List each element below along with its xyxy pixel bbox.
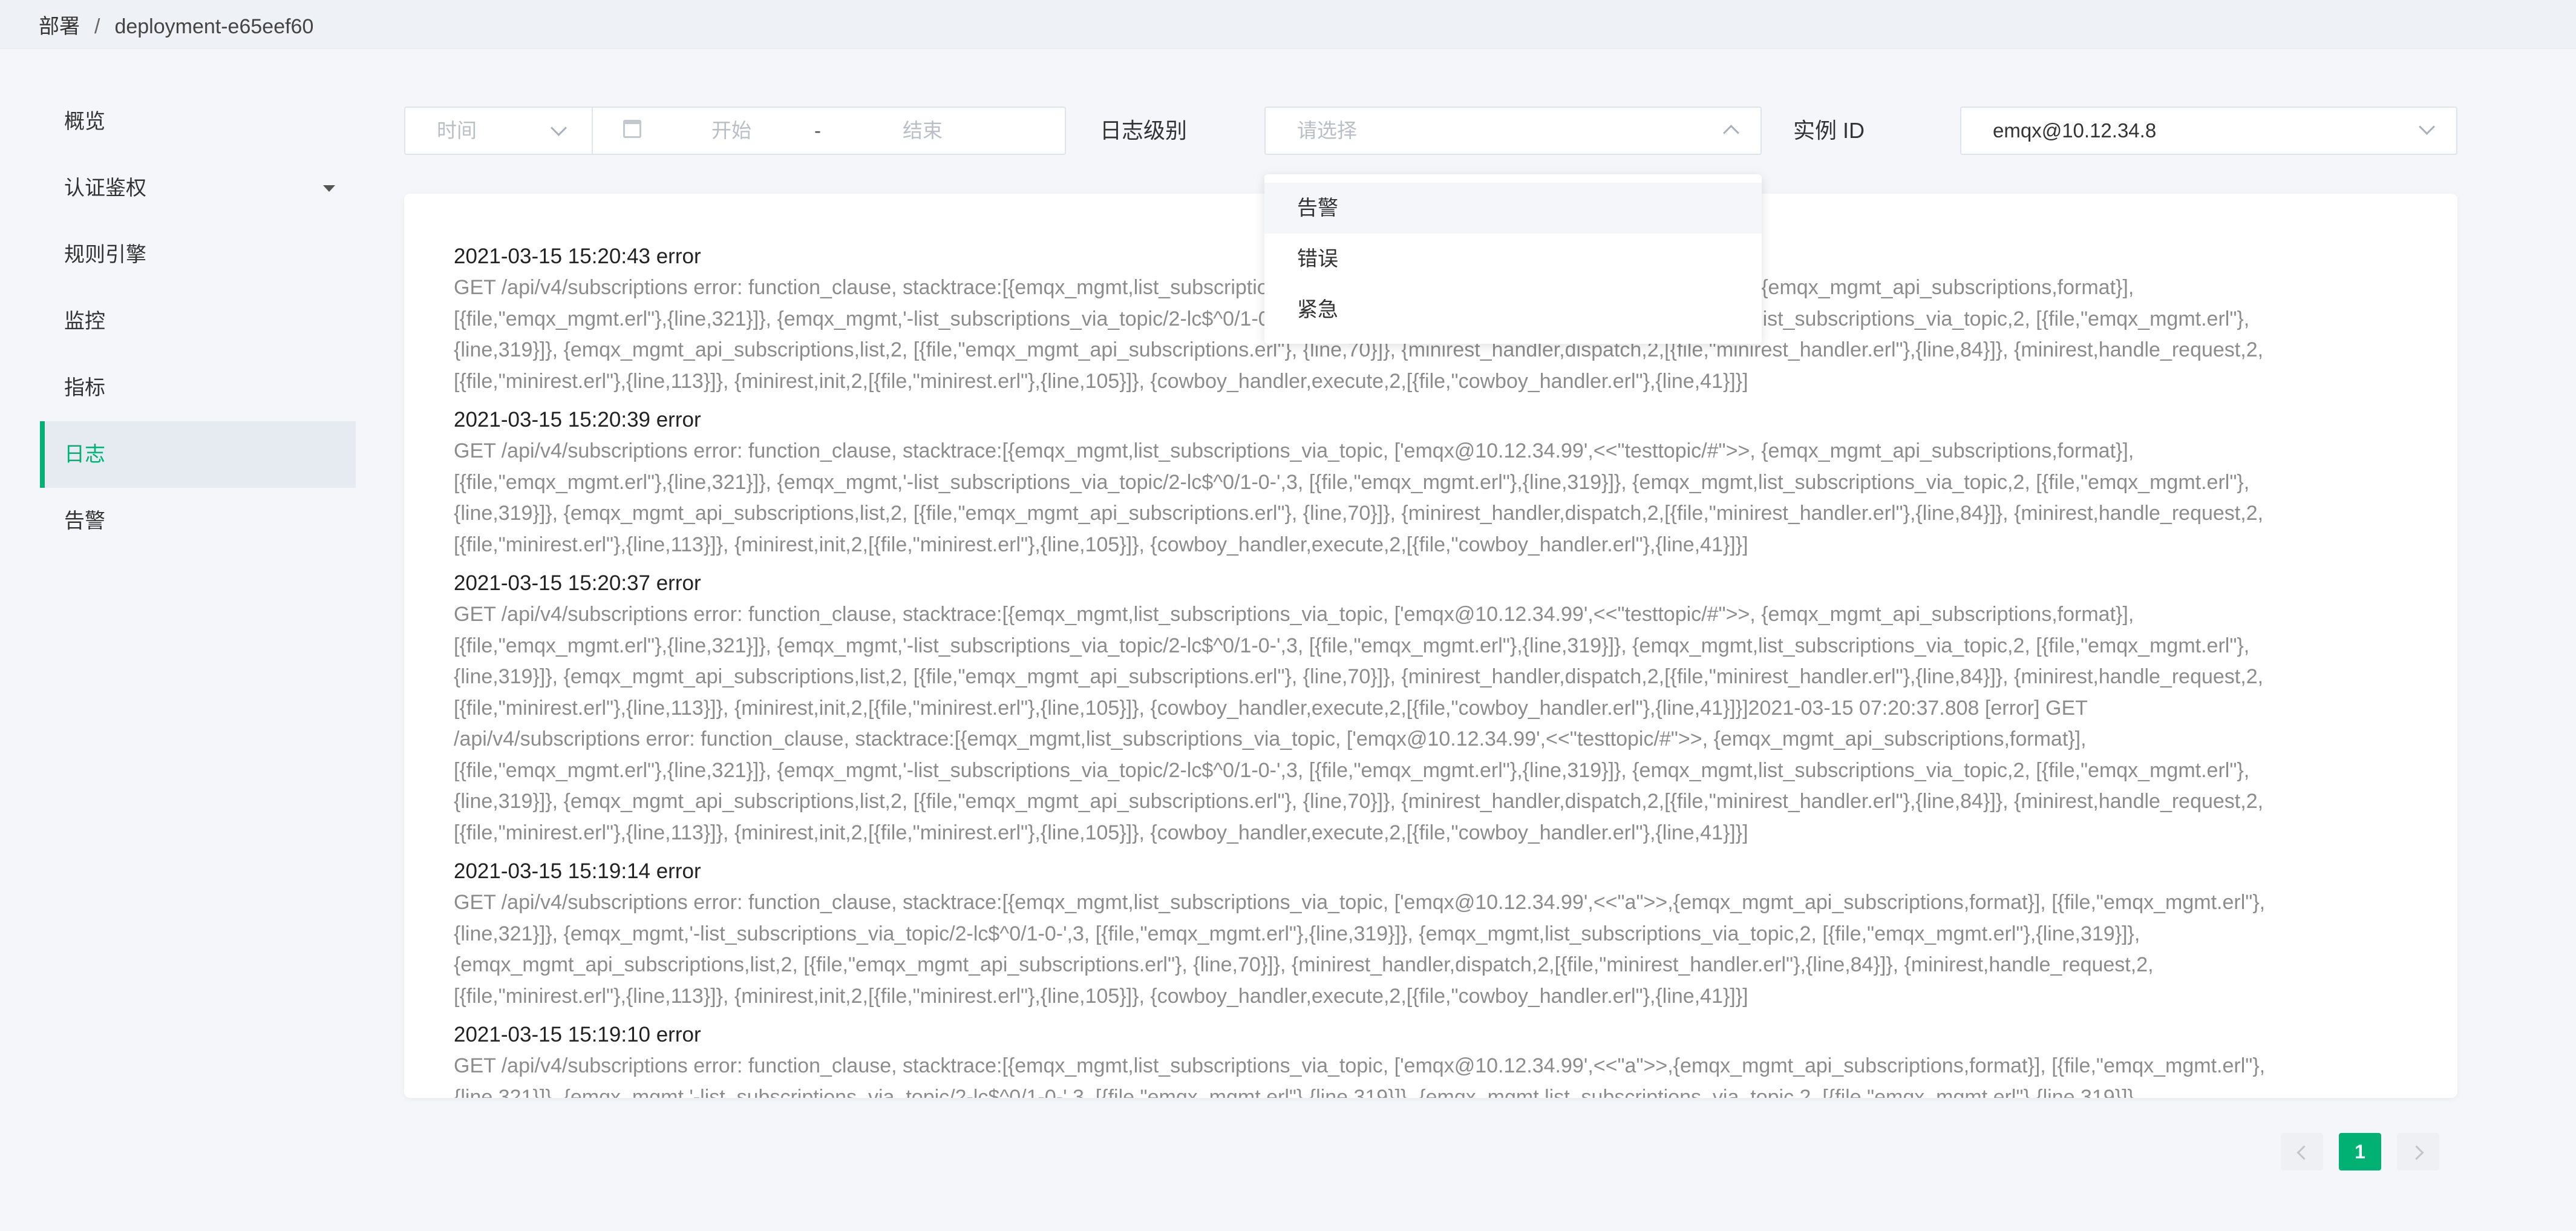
date-range-filter: 时间 开始 - 结束 xyxy=(404,107,1066,155)
end-date-input[interactable]: 结束 xyxy=(903,108,943,154)
log-level-label: 日志级别 xyxy=(1100,118,1188,143)
level-option-emergency[interactable]: 紧急 xyxy=(1264,284,1762,335)
time-select-placeholder: 时间 xyxy=(437,119,477,142)
pagination-prev-button[interactable] xyxy=(2281,1133,2323,1170)
log-message: GET /api/v4/subscriptions error: functio… xyxy=(454,1054,2266,1098)
instance-id-select[interactable]: emqx@10.12.34.8 xyxy=(1960,107,2457,155)
chevron-right-icon xyxy=(2409,1145,2424,1160)
breadcrumb-current: deployment-e65eef60 xyxy=(114,15,314,38)
log-entry: 2021-03-15 15:20:37 error GET /api/v4/su… xyxy=(454,568,2408,849)
sidebar-item-label: 认证鉴权 xyxy=(64,177,146,200)
breadcrumb-parent[interactable]: 部署 xyxy=(39,15,80,38)
sidebar-item-rule-engine[interactable]: 规则引擎 xyxy=(40,222,356,288)
log-level-select[interactable]: 请选择 xyxy=(1264,107,1762,155)
sidebar-item-label: 告警 xyxy=(64,510,105,533)
log-timestamp: 2021-03-15 15:20:37 error xyxy=(454,571,701,595)
chevron-up-icon xyxy=(1723,125,1739,141)
log-entry: 2021-03-15 15:20:39 error GET /api/v4/su… xyxy=(454,404,2408,560)
level-option-error[interactable]: 错误 xyxy=(1264,234,1762,284)
sidebar-item-label: 指标 xyxy=(64,376,105,399)
log-message: GET /api/v4/subscriptions error: functio… xyxy=(454,439,2264,556)
sidebar-item-label: 规则引擎 xyxy=(64,243,146,266)
log-message: GET /api/v4/subscriptions error: functio… xyxy=(454,891,2266,1008)
sidebar-item-overview[interactable]: 概览 xyxy=(40,88,356,155)
pagination-page-1[interactable]: 1 xyxy=(2339,1133,2381,1170)
caret-down-icon xyxy=(323,185,335,192)
log-entry: 2021-03-15 15:19:10 error GET /api/v4/su… xyxy=(454,1019,2408,1098)
top-bar: 部署 / deployment-e65eef60 xyxy=(0,0,2576,49)
level-option-warning[interactable]: 告警 xyxy=(1264,183,1762,234)
breadcrumb-separator: / xyxy=(94,15,100,38)
sidebar-item-label: 概览 xyxy=(64,110,105,133)
calendar-icon xyxy=(623,120,641,138)
log-message: GET /api/v4/subscriptions error: functio… xyxy=(454,603,2264,844)
log-timestamp: 2021-03-15 15:19:14 error xyxy=(454,859,701,883)
chevron-down-icon xyxy=(2419,119,2435,135)
log-timestamp: 2021-03-15 15:19:10 error xyxy=(454,1023,701,1046)
sidebar-item-auth[interactable]: 认证鉴权 xyxy=(40,155,356,222)
sidebar-item-logs[interactable]: 日志 xyxy=(40,421,356,488)
log-level-dropdown: 告警 错误 紧急 xyxy=(1264,174,1762,344)
log-list: 2021-03-15 15:20:43 error GET /api/v4/su… xyxy=(454,241,2408,1098)
pagination-next-button[interactable] xyxy=(2397,1133,2439,1170)
range-separator: - xyxy=(814,119,821,142)
breadcrumb: 部署 / deployment-e65eef60 xyxy=(39,10,313,39)
log-level-placeholder: 请选择 xyxy=(1297,119,1357,142)
sidebar-item-label: 监控 xyxy=(64,310,105,333)
sidebar-item-metrics[interactable]: 指标 xyxy=(40,355,356,421)
chevron-down-icon xyxy=(551,120,567,136)
sidebar-item-label: 日志 xyxy=(64,443,105,466)
chevron-left-icon xyxy=(2296,1145,2312,1160)
log-timestamp: 2021-03-15 15:20:39 error xyxy=(454,408,701,432)
sidebar-item-monitor[interactable]: 监控 xyxy=(40,288,356,355)
sidebar-item-alerts[interactable]: 告警 xyxy=(40,488,356,554)
instance-id-label: 实例 ID xyxy=(1793,118,1865,143)
sidebar: 概览 认证鉴权 规则引擎 监控 指标 日志 告警 xyxy=(40,88,356,554)
start-date-input[interactable]: 开始 xyxy=(711,108,751,154)
instance-id-value: emqx@10.12.34.8 xyxy=(1993,119,2157,142)
log-entry: 2021-03-15 15:19:14 error GET /api/v4/su… xyxy=(454,856,2408,1012)
time-select[interactable]: 时间 xyxy=(405,108,593,154)
